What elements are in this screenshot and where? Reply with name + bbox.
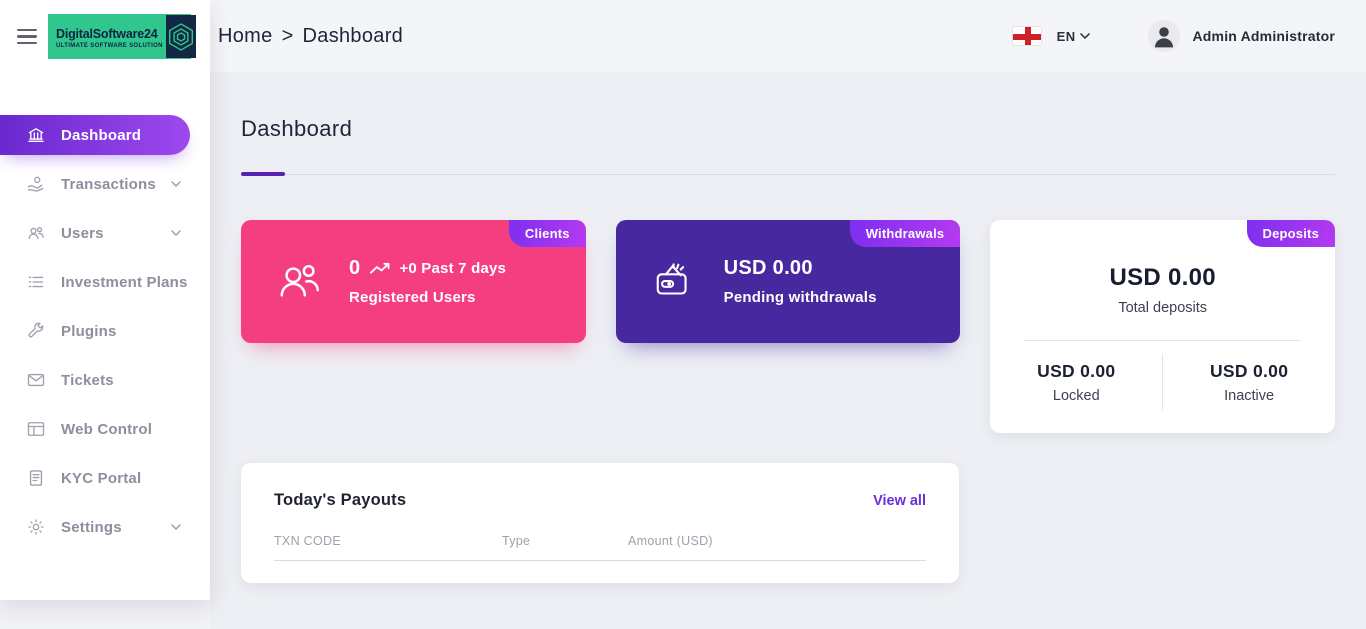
gear-icon xyxy=(26,517,46,537)
inactive-deposits-amount: USD 0.00 xyxy=(1163,361,1335,382)
breadcrumb-separator: > xyxy=(282,25,294,48)
top-header: Home > Dashboard EN Admin Administrator xyxy=(210,0,1366,72)
sidebar-item-label: Tickets xyxy=(61,372,114,389)
sidebar-item-settings[interactable]: Settings xyxy=(0,507,210,547)
sidebar-nav: Dashboard Transactions xyxy=(0,59,210,547)
sidebar-item-dashboard[interactable]: Dashboard xyxy=(0,115,190,155)
sidebar-item-label: Investment Plans xyxy=(61,274,188,291)
deposits-badge: Deposits xyxy=(1247,220,1336,247)
clients-trend-text: +0 Past 7 days xyxy=(399,260,506,277)
user-menu[interactable]: Admin Administrator xyxy=(1148,20,1335,52)
chevron-down-icon xyxy=(171,181,181,187)
title-divider-accent xyxy=(241,172,285,176)
pending-withdrawals-amount: USD 0.00 xyxy=(724,257,813,280)
wallet-icon xyxy=(652,259,698,305)
brand-hexagon-icon xyxy=(166,15,196,58)
breadcrumb-current: Dashboard xyxy=(303,25,404,48)
sidebar-item-label: Plugins xyxy=(61,323,117,340)
page-title: Dashboard xyxy=(241,116,1335,142)
brand-title: DigitalSoftware24 xyxy=(56,27,163,41)
total-deposits-label: Total deposits xyxy=(990,300,1335,316)
sidebar-item-label: Settings xyxy=(61,519,122,536)
chevron-down-icon xyxy=(1080,33,1090,39)
users-icon xyxy=(26,223,46,243)
layout-icon xyxy=(26,419,46,439)
clients-card: Clients 0 xyxy=(241,220,586,343)
withdrawals-card-label: Pending withdrawals xyxy=(724,289,877,306)
sidebar-item-transactions[interactable]: Transactions xyxy=(0,164,210,204)
title-divider xyxy=(241,172,1335,176)
sidebar-item-kyc-portal[interactable]: KYC Portal xyxy=(0,458,210,498)
trend-up-icon xyxy=(369,261,395,276)
hamburger-menu-icon[interactable] xyxy=(17,25,39,48)
bank-icon xyxy=(26,125,46,145)
inactive-deposits-label: Inactive xyxy=(1163,388,1335,404)
wrench-icon xyxy=(26,321,46,341)
user-name: Admin Administrator xyxy=(1192,28,1335,44)
sidebar-item-web-control[interactable]: Web Control xyxy=(0,409,210,449)
withdrawals-badge: Withdrawals xyxy=(850,220,961,247)
clients-card-label: Registered Users xyxy=(349,289,506,306)
envelope-icon xyxy=(26,370,46,390)
todays-payouts-card: Today's Payouts View all TXN CODE Type A… xyxy=(241,463,959,583)
england-flag-icon xyxy=(1012,26,1042,46)
hand-coin-icon xyxy=(26,174,46,194)
deposits-card: Deposits USD 0.00 Total deposits USD 0.0… xyxy=(990,220,1335,433)
withdrawals-card: Withdrawals USD 0.00 xyxy=(616,220,961,343)
sidebar-item-users[interactable]: Users xyxy=(0,213,210,253)
sidebar-item-investment-plans[interactable]: Investment Plans xyxy=(0,262,210,302)
chevron-down-icon xyxy=(171,524,181,530)
sidebar-item-label: Transactions xyxy=(61,176,156,193)
users-icon xyxy=(277,259,323,305)
chevron-down-icon xyxy=(171,230,181,236)
brand-logo[interactable]: DigitalSoftware24 ULTIMATE SOFTWARE SOLU… xyxy=(48,14,191,59)
locked-deposits-amount: USD 0.00 xyxy=(990,361,1162,382)
registered-users-count: 0 xyxy=(349,257,360,280)
title-divider-line xyxy=(285,174,1335,175)
payouts-title: Today's Payouts xyxy=(274,491,406,510)
sidebar-item-label: Dashboard xyxy=(61,127,141,144)
breadcrumb-home[interactable]: Home xyxy=(218,25,273,48)
sidebar-item-label: KYC Portal xyxy=(61,470,141,487)
language-code: EN xyxy=(1057,29,1076,44)
sidebar-item-plugins[interactable]: Plugins xyxy=(0,311,210,351)
avatar xyxy=(1148,20,1180,52)
breadcrumb: Home > Dashboard xyxy=(218,25,403,48)
view-all-link[interactable]: View all xyxy=(873,493,926,509)
sidebar-item-label: Users xyxy=(61,225,104,242)
column-type: Type xyxy=(502,534,628,548)
sidebar-item-tickets[interactable]: Tickets xyxy=(0,360,210,400)
brand-subtitle: ULTIMATE SOFTWARE SOLUTION xyxy=(56,43,163,49)
list-icon xyxy=(26,272,46,292)
sidebar-item-label: Web Control xyxy=(61,421,152,438)
language-selector[interactable]: EN xyxy=(1012,26,1091,46)
total-deposits-amount: USD 0.00 xyxy=(990,264,1335,292)
stat-cards-row: Clients 0 xyxy=(241,220,1335,433)
column-amount: Amount (USD) xyxy=(628,534,926,548)
main-content: Dashboard Clients 0 xyxy=(210,72,1366,629)
payouts-table-header: TXN CODE Type Amount (USD) xyxy=(274,534,926,561)
clients-badge: Clients xyxy=(509,220,586,247)
document-icon xyxy=(26,468,46,488)
column-txn-code: TXN CODE xyxy=(274,534,502,548)
sidebar: DigitalSoftware24 ULTIMATE SOFTWARE SOLU… xyxy=(0,0,210,600)
locked-deposits-label: Locked xyxy=(990,388,1162,404)
